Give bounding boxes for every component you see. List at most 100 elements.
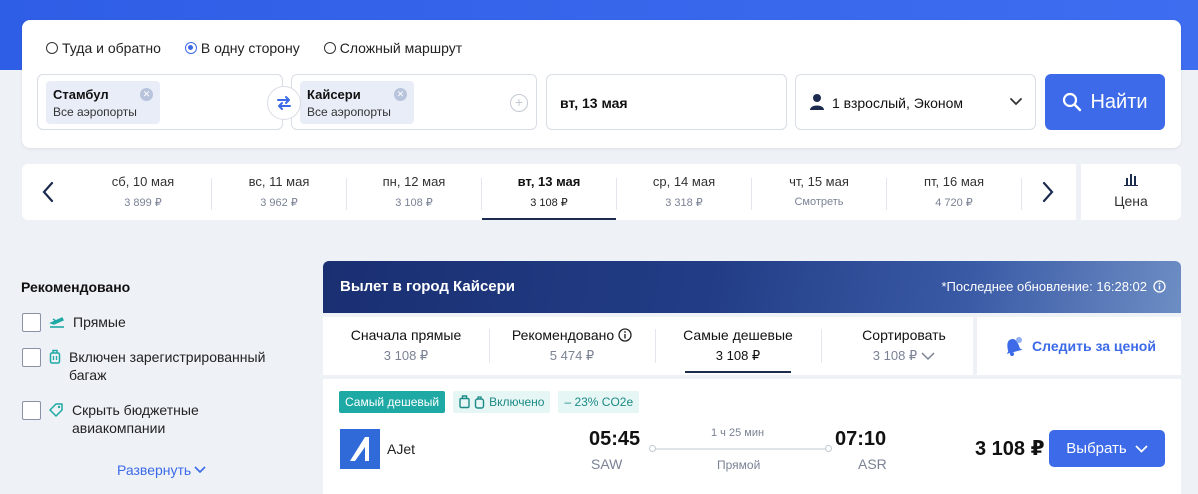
- date-option-label: пт, 16 мая: [923, 174, 985, 189]
- select-flight-button[interactable]: Выбрать: [1049, 430, 1165, 467]
- expand-filters-label: Развернуть: [117, 462, 192, 478]
- flight-stops: Прямой: [717, 458, 761, 472]
- filter-direct-label: Прямые: [73, 314, 126, 330]
- sort-tab-recommended[interactable]: Рекомендовано 5 474 ₽: [489, 317, 655, 375]
- expand-filters-link[interactable]: Развернуть: [117, 462, 206, 478]
- search-icon: [1063, 92, 1082, 112]
- date-option-6[interactable]: пт, 16 мая 4 720 ₽: [887, 164, 1021, 220]
- origin-field[interactable]: Стамбул Все аэропорты ✕: [37, 74, 283, 130]
- sort-tab-price: 3 108 ₽: [872, 348, 918, 363]
- filter-budget-label: Скрыть бюджетные авиакомпании: [72, 402, 199, 436]
- sort-tab-title-row: Рекомендовано: [489, 327, 655, 343]
- date-option-label: чт, 15 мая: [789, 174, 849, 189]
- departure-airport: SAW: [591, 456, 623, 472]
- date-option-0[interactable]: сб, 10 мая 3 899 ₽: [76, 164, 210, 220]
- destination-airports: Все аэропорты: [307, 105, 391, 119]
- passengers-field[interactable]: 1 взрослый, Эконом: [795, 74, 1036, 130]
- filter-budget-checkbox[interactable]: [22, 401, 41, 420]
- bar-chart-icon: [1124, 174, 1138, 186]
- clear-origin-icon[interactable]: ✕: [140, 88, 153, 101]
- departure-time: 05:45: [589, 428, 641, 450]
- sort-tab-direct[interactable]: Сначала прямые 3 108 ₽: [323, 317, 489, 375]
- flight-duration: 1 ч 25 мин: [711, 427, 765, 439]
- trip-type-oneway-label: В одну сторону: [200, 40, 300, 56]
- chevron-down-icon: [1135, 444, 1148, 453]
- date-option-2[interactable]: пн, 12 мая 3 108 ₽: [347, 164, 481, 220]
- filters-title: Рекомендовано: [21, 279, 131, 295]
- clear-destination-icon[interactable]: ✕: [394, 88, 407, 101]
- bell-icon: [1006, 337, 1023, 356]
- info-icon[interactable]: [1153, 280, 1166, 293]
- origin-chip[interactable]: Стамбул Все аэропорты ✕: [46, 81, 160, 124]
- date-option-4[interactable]: ср, 14 мая 3 318 ₽: [617, 164, 751, 220]
- date-option-3-selected[interactable]: вт, 13 мая 3 108 ₽: [482, 164, 616, 220]
- results-title: Вылет в город Кайсери: [340, 278, 516, 295]
- price-chart-label: Цена: [1114, 193, 1148, 209]
- add-destination-icon[interactable]: +: [510, 94, 528, 112]
- search-panel: Туда и обратно В одну сторону Сложный ма…: [22, 20, 1181, 148]
- arrival-time: 07:10: [835, 428, 887, 450]
- date-field[interactable]: вт, 13 мая: [546, 74, 787, 130]
- filter-direct-checkbox[interactable]: [22, 313, 41, 332]
- cheapest-badge: Самый дешевый: [339, 391, 446, 413]
- filter-baggage-checkbox[interactable]: [22, 348, 41, 367]
- track-price-button[interactable]: Следить за ценой: [977, 317, 1181, 375]
- swap-button[interactable]: [267, 86, 301, 120]
- flight-price: 3 108 ₽: [975, 438, 1045, 460]
- backpack-icon: [474, 396, 485, 409]
- sort-tab-title: Рекомендовано: [511, 327, 615, 343]
- trip-type-roundtrip-label: Туда и обратно: [62, 40, 161, 56]
- flight-badges: Самый дешевый Включено – 23% CO2e: [339, 391, 640, 413]
- radio-multicity[interactable]: [323, 42, 336, 54]
- route-origin-dot: [649, 445, 656, 452]
- trip-type-roundtrip[interactable]: Туда и обратно: [46, 40, 161, 56]
- tag-icon: [49, 403, 63, 417]
- radio-roundtrip[interactable]: [46, 42, 58, 54]
- sort-dropdown[interactable]: Сортировать 3 108 ₽: [821, 317, 987, 375]
- date-option-label: вс, 11 мая: [248, 174, 310, 189]
- date-value: вт, 13 мая: [560, 95, 628, 111]
- date-option-1[interactable]: вс, 11 мая 3 962 ₽: [212, 164, 346, 220]
- sort-tab-price-row: 3 108 ₽: [821, 348, 987, 364]
- divider: [1021, 178, 1022, 210]
- sort-tab-cheapest[interactable]: Самые дешевые 3 108 ₽: [655, 317, 821, 375]
- person-icon: [810, 94, 824, 110]
- info-icon[interactable]: [618, 328, 632, 342]
- destination-chip[interactable]: Кайсери Все аэропорты ✕: [300, 81, 414, 124]
- arrival-airport: ASR: [858, 456, 887, 472]
- passengers-value: 1 взрослый, Эконом: [832, 95, 964, 111]
- chevron-right-icon: [1042, 181, 1054, 203]
- prev-dates-button[interactable]: [35, 178, 61, 206]
- next-dates-button[interactable]: [1035, 178, 1061, 206]
- date-option-label: сб, 10 мая: [111, 174, 175, 189]
- date-carousel: сб, 10 мая 3 899 ₽ вс, 11 мая 3 962 ₽ пн…: [22, 164, 1076, 220]
- radio-oneway[interactable]: [184, 42, 197, 54]
- last-update: *Последнее обновление: 16:28:02: [941, 279, 1166, 294]
- sort-tab-title: Самые дешевые: [683, 327, 793, 343]
- origin-airports: Все аэропорты: [53, 105, 137, 119]
- trip-type-oneway[interactable]: В одну сторону: [184, 40, 300, 56]
- price-chart-button[interactable]: Цена: [1081, 164, 1181, 220]
- date-option-price: 3 108 ₽: [395, 197, 433, 209]
- trip-type-multicity[interactable]: Сложный маршрут: [323, 40, 463, 56]
- trip-type-multicity-label: Сложный маршрут: [339, 40, 463, 56]
- destination-city: Кайсери: [307, 87, 361, 102]
- results-header: Вылет в город Кайсери *Последнее обновле…: [323, 261, 1181, 313]
- chevron-down-icon: [1010, 98, 1022, 106]
- search-button-label: Найти: [1090, 90, 1148, 113]
- filter-baggage[interactable]: Включен зарегистрированный багаж: [22, 348, 282, 384]
- destination-field[interactable]: Кайсери Все аэропорты ✕ +: [291, 74, 537, 130]
- flight-result-card[interactable]: Самый дешевый Включено – 23% CO2e AJet 0…: [323, 379, 1181, 494]
- filter-direct[interactable]: Прямые: [22, 313, 126, 332]
- origin-city: Стамбул: [53, 87, 109, 102]
- search-button[interactable]: Найти: [1045, 74, 1165, 130]
- sort-bar: Сначала прямые 3 108 ₽ Рекомендовано 5 4…: [323, 317, 973, 375]
- select-flight-label: Выбрать: [1066, 440, 1127, 457]
- chevron-down-icon: [921, 351, 935, 360]
- date-option-5[interactable]: чт, 15 мая Смотреть: [752, 164, 886, 220]
- swap-icon: [277, 96, 291, 110]
- date-option-price: 3 318 ₽: [665, 197, 703, 209]
- date-option-label: ср, 14 мая: [652, 174, 716, 189]
- route-line: [652, 448, 828, 450]
- filter-budget[interactable]: Скрыть бюджетные авиакомпании: [22, 401, 242, 437]
